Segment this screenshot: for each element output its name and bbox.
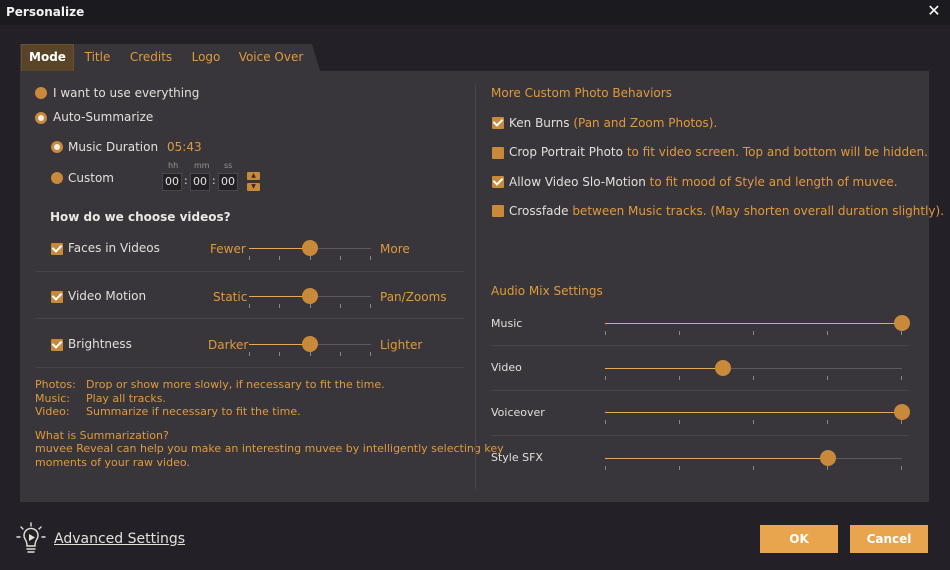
crossfade-desc: between Music tracks. (May shorten overa…	[572, 204, 945, 218]
crop-portrait-checkbox[interactable]	[492, 147, 504, 159]
seconds-input[interactable]: 00	[218, 173, 238, 191]
faces-max-label: More	[380, 242, 410, 256]
voiceover-volume-slider[interactable]	[605, 412, 902, 413]
audio-video-label: Video	[491, 361, 522, 374]
summarization-answer-line2: moments of your raw video.	[35, 456, 190, 469]
music-volume-slider[interactable]	[605, 323, 902, 324]
faces-checkbox[interactable]	[51, 243, 63, 255]
ken-burns-row: Ken Burns (Pan and Zoom Photos).	[509, 116, 717, 130]
note-photos-key: Photos:	[35, 378, 76, 391]
music-duration-radio[interactable]	[51, 141, 63, 153]
use-everything-radio[interactable]	[35, 87, 47, 99]
slo-motion-row: Allow Video Slo-Motion to fit mood of St…	[509, 175, 898, 189]
tab-logo[interactable]: Logo	[184, 44, 228, 71]
choose-heading: How do we choose videos?	[50, 210, 231, 224]
auto-summarize-radio[interactable]	[35, 112, 47, 124]
faces-label: Faces in Videos	[68, 241, 160, 255]
brightness-checkbox[interactable]	[51, 339, 63, 351]
slo-motion-label: Allow Video Slo-Motion	[509, 175, 646, 189]
note-photos-value: Drop or show more slowly, if necessary t…	[86, 378, 385, 391]
music-duration-value: 05:43	[167, 140, 202, 154]
spin-up-icon[interactable]: ▲	[247, 172, 260, 180]
ken-burns-label: Ken Burns	[509, 116, 570, 130]
auto-summarize-label: Auto-Summarize	[53, 110, 154, 124]
slo-motion-checkbox[interactable]	[492, 176, 504, 188]
ss-label: ss	[224, 161, 233, 170]
crop-portrait-desc: to fit video screen. Top and bottom will…	[626, 145, 928, 159]
time-colon: :	[212, 174, 216, 187]
slo-motion-desc: to fit mood of Style and length of muvee…	[649, 175, 898, 189]
summarization-question: What is Summarization?	[35, 429, 169, 442]
brightness-min-label: Darker	[208, 338, 249, 352]
sfx-volume-slider[interactable]	[605, 458, 902, 459]
hours-input[interactable]: 00	[162, 173, 182, 191]
video-motion-checkbox[interactable]	[51, 291, 63, 303]
crossfade-label: Crossfade	[509, 204, 569, 218]
note-music-key: Music:	[35, 392, 71, 405]
mm-label: mm	[194, 161, 210, 170]
crossfade-checkbox[interactable]	[492, 205, 504, 217]
hh-label: hh	[168, 161, 179, 170]
audio-mix-heading: Audio Mix Settings	[491, 284, 603, 298]
audio-sfx-label: Style SFX	[491, 451, 543, 464]
ok-button[interactable]: OK	[760, 525, 838, 553]
crop-portrait-label: Crop Portrait Photo	[509, 145, 623, 159]
tab-strip: Mode Title Credits Logo Voice Over	[20, 44, 320, 71]
minutes-input[interactable]: 00	[190, 173, 210, 191]
note-music-value: Play all tracks.	[86, 392, 167, 405]
video-motion-max-label: Pan/Zooms	[380, 290, 447, 304]
video-volume-slider[interactable]	[605, 368, 902, 369]
tab-credits[interactable]: Credits	[124, 44, 178, 71]
spin-down-icon[interactable]: ▼	[247, 183, 260, 191]
advanced-settings-link[interactable]: Advanced Settings	[54, 531, 185, 547]
video-motion-label: Video Motion	[68, 289, 147, 303]
audio-music-label: Music	[491, 317, 523, 330]
brightness-max-label: Lighter	[380, 338, 423, 352]
faces-min-label: Fewer	[210, 242, 246, 256]
crop-portrait-row: Crop Portrait Photo to fit video screen.…	[509, 145, 928, 159]
ken-burns-checkbox[interactable]	[492, 117, 504, 129]
summarization-answer-line1: muvee Reveal can help you make an intere…	[35, 442, 504, 455]
crossfade-row: Crossfade between Music tracks. (May sho…	[509, 204, 944, 218]
brightness-slider-thumb[interactable]	[302, 336, 318, 352]
faces-slider-thumb[interactable]	[302, 240, 318, 256]
tab-title[interactable]: Title	[76, 44, 119, 71]
title-bar: Personalize ✕	[0, 0, 950, 25]
custom-radio[interactable]	[51, 172, 63, 184]
music-volume-thumb[interactable]	[894, 315, 910, 331]
cancel-button[interactable]: Cancel	[850, 525, 928, 553]
brightness-label: Brightness	[68, 337, 132, 351]
photo-behaviors-heading: More Custom Photo Behaviors	[491, 86, 672, 100]
ken-burns-desc: (Pan and Zoom Photos).	[573, 116, 718, 130]
note-video-value: Summarize if necessary to fit the time.	[86, 405, 301, 418]
time-colon: :	[184, 174, 188, 187]
use-everything-label: I want to use everything	[53, 86, 200, 100]
video-motion-slider-thumb[interactable]	[302, 288, 318, 304]
video-motion-min-label: Static	[213, 290, 248, 304]
tab-mode[interactable]: Mode	[21, 44, 74, 71]
voiceover-volume-thumb[interactable]	[894, 404, 910, 420]
lightbulb-play-icon[interactable]	[16, 522, 46, 556]
window-title: Personalize	[6, 5, 85, 19]
note-video-key: Video:	[35, 405, 70, 418]
video-volume-thumb[interactable]	[715, 360, 731, 376]
custom-label: Custom	[68, 171, 114, 185]
audio-voiceover-label: Voiceover	[491, 406, 545, 419]
sfx-volume-thumb[interactable]	[820, 450, 836, 466]
close-icon[interactable]: ✕	[926, 3, 942, 19]
music-duration-label: Music Duration	[68, 140, 159, 154]
tab-voice-over[interactable]: Voice Over	[234, 44, 308, 71]
